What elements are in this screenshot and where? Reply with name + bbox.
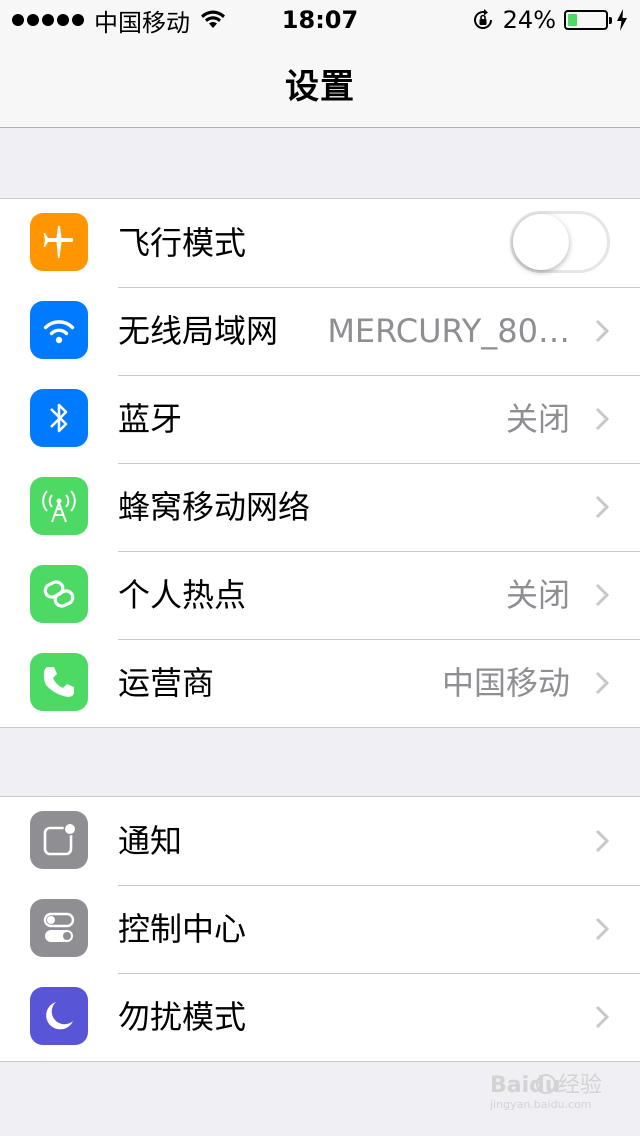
row-value: MERCURY_80…	[327, 312, 570, 350]
rotation-lock-icon	[473, 9, 492, 29]
row-do-not-disturb[interactable]: 勿扰模式	[0, 973, 640, 1061]
chevron-right-icon	[595, 319, 610, 343]
status-right: 24%	[471, 6, 628, 34]
bluetooth-icon	[30, 389, 88, 447]
row-control-center[interactable]: 控制中心	[0, 885, 640, 973]
chevron-right-icon	[595, 1005, 610, 1029]
row-value: 中国移动	[441, 664, 570, 702]
baidu-watermark-logo: Baidu 经验 jingyan.baidu.com	[490, 1073, 602, 1110]
toggle-knob	[513, 214, 569, 270]
row-bluetooth[interactable]: 蓝牙 关闭	[0, 375, 640, 463]
control-center-icon	[30, 899, 88, 957]
chevron-right-icon	[595, 829, 610, 853]
row-value: 关闭	[505, 400, 570, 438]
row-label: 运营商	[118, 664, 215, 702]
charging-icon	[617, 9, 627, 31]
cellular-icon	[30, 477, 88, 535]
chevron-right-icon	[595, 671, 610, 695]
phone-icon	[30, 653, 88, 711]
watermark-brand: Bai	[490, 1073, 529, 1098]
row-label: 飞行模式	[118, 224, 247, 262]
row-label: 控制中心	[118, 910, 247, 948]
row-cellular[interactable]: 蜂窝移动网络	[0, 463, 640, 551]
moon-icon	[30, 987, 88, 1045]
chevron-right-icon	[595, 495, 610, 519]
row-label: 勿扰模式	[118, 998, 247, 1036]
hotspot-icon	[30, 565, 88, 623]
row-personal-hotspot[interactable]: 个人热点 关闭	[0, 551, 640, 639]
row-label: 通知	[118, 822, 183, 860]
row-notifications[interactable]: 通知	[0, 797, 640, 885]
nav-bar: 设置	[0, 40, 640, 128]
battery-fill	[568, 14, 577, 26]
watermark-url: jingyan.baidu.com	[490, 1098, 592, 1110]
airplane-mode-toggle[interactable]	[510, 211, 610, 273]
chevron-right-icon	[595, 583, 610, 607]
row-label: 个人热点	[118, 576, 247, 614]
chevron-right-icon	[595, 407, 610, 431]
row-airplane-mode: 飞行模式	[0, 199, 640, 287]
row-carrier[interactable]: 运营商 中国移动	[0, 639, 640, 727]
wifi-icon	[30, 301, 88, 359]
row-value: 关闭	[505, 576, 570, 614]
watermark-suffix: 经验	[558, 1073, 602, 1098]
battery-icon	[564, 10, 612, 30]
status-bar: 中国移动 18:07 24%	[0, 0, 640, 40]
chevron-right-icon	[595, 917, 610, 941]
row-label: 蜂窝移动网络	[118, 488, 311, 526]
page-title: 设置	[285, 67, 355, 107]
row-label: 蓝牙	[118, 400, 183, 438]
row-wifi[interactable]: 无线局域网 MERCURY_80…	[0, 287, 640, 375]
airplane-icon	[30, 213, 88, 271]
settings-group-connectivity: 飞行模式 无线局域网 MERCURY_80… 蓝牙 关闭 蜂窝移动网络 个人热点…	[0, 198, 640, 728]
settings-group-system: 通知 控制中心 勿扰模式	[0, 796, 640, 1062]
row-label: 无线局域网	[118, 312, 279, 350]
battery-percent: 24%	[502, 6, 556, 34]
notifications-icon	[30, 811, 88, 869]
